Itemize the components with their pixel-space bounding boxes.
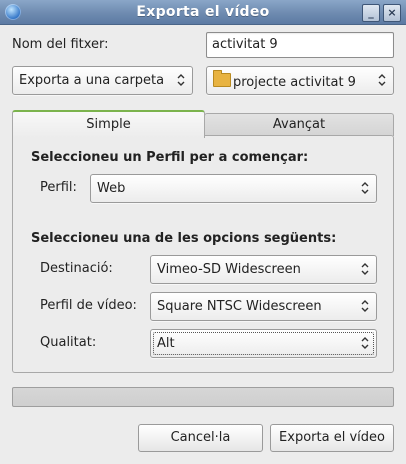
folder-icon bbox=[213, 70, 231, 87]
filename-label: Nom del fitxer: bbox=[12, 37, 109, 52]
folder-value: projecte activitat 9 bbox=[233, 75, 356, 90]
tab-simple[interactable]: Simple bbox=[12, 110, 205, 138]
export-video-dialog: Exporta el vídeo _ × Nom del fitxer: act… bbox=[0, 0, 406, 464]
quality-value: Alt bbox=[157, 336, 175, 351]
profile-label: Perfil: bbox=[40, 180, 77, 195]
title-bar[interactable]: Exporta el vídeo _ × bbox=[0, 0, 406, 25]
chevron-updown-icon bbox=[378, 74, 386, 86]
profile-dropdown[interactable]: Web bbox=[90, 174, 377, 203]
quality-dropdown[interactable]: Alt bbox=[150, 329, 377, 358]
video-profile-value: Square NTSC Widescreen bbox=[157, 299, 322, 314]
quality-label: Qualitat: bbox=[40, 335, 97, 350]
chevron-updown-icon bbox=[177, 74, 185, 86]
simple-tab-panel: Seleccioneu un Perfil per a començar: Pe… bbox=[12, 135, 394, 373]
chevron-updown-icon bbox=[361, 300, 369, 312]
export-type-dropdown[interactable]: Exporta a una carpeta bbox=[12, 66, 193, 95]
export-progress-bar bbox=[12, 387, 394, 407]
tab-advanced[interactable]: Avançat bbox=[204, 113, 394, 136]
chevron-updown-icon bbox=[361, 337, 369, 349]
options-heading: Seleccioneu una de les opcions següents: bbox=[31, 231, 337, 246]
chevron-updown-icon bbox=[361, 263, 369, 275]
destination-value: Vimeo-SD Widescreen bbox=[157, 262, 301, 277]
filename-input[interactable]: activitat 9 bbox=[206, 32, 394, 58]
cancel-button[interactable]: Cancel·la bbox=[138, 424, 263, 452]
filename-value: activitat 9 bbox=[212, 37, 278, 52]
minimize-button[interactable]: _ bbox=[362, 4, 380, 22]
folder-chooser-content: projecte activitat 9 bbox=[213, 70, 356, 90]
close-button[interactable]: × bbox=[383, 4, 401, 22]
destination-label: Destinació: bbox=[40, 261, 113, 276]
folder-chooser[interactable]: projecte activitat 9 bbox=[206, 66, 394, 95]
destination-dropdown[interactable]: Vimeo-SD Widescreen bbox=[150, 255, 377, 284]
window-title: Exporta el vídeo bbox=[136, 4, 270, 20]
video-profile-dropdown[interactable]: Square NTSC Widescreen bbox=[150, 292, 377, 321]
export-button[interactable]: Exporta el vídeo bbox=[270, 424, 394, 452]
chevron-updown-icon bbox=[361, 182, 369, 194]
video-profile-label: Perfil de vídeo: bbox=[40, 298, 137, 313]
profile-heading: Seleccioneu un Perfil per a començar: bbox=[31, 150, 309, 165]
export-type-value: Exporta a una carpeta bbox=[19, 73, 165, 88]
focus-ring bbox=[153, 332, 374, 355]
profile-value: Web bbox=[97, 181, 126, 196]
